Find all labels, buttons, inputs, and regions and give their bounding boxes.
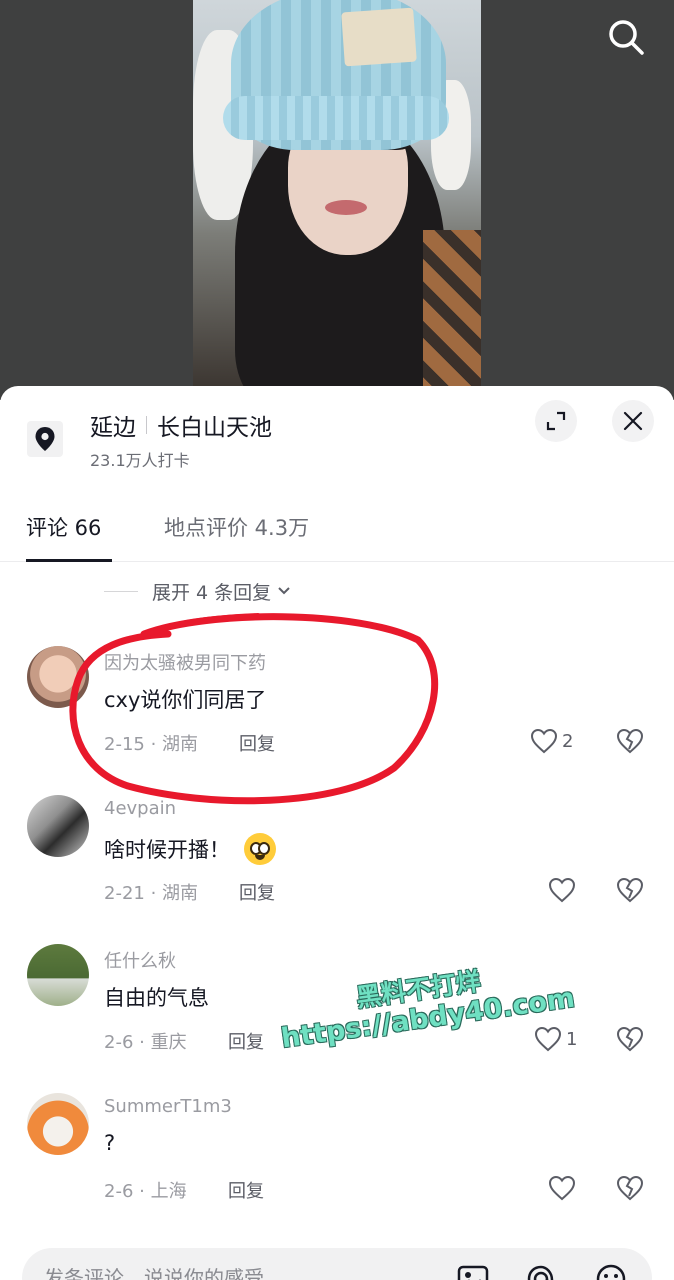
- like-count: 2: [562, 730, 574, 752]
- comment-meta: 2-6 · 上海: [104, 1181, 187, 1202]
- tab-place-reviews[interactable]: 地点评价 4.3万: [164, 512, 309, 542]
- location-sheet: 延边 长白山天池 23.1万人打卡 评论 66 地点评价 4.3万 展开 4 条…: [0, 386, 674, 1280]
- mention-icon[interactable]: [524, 1262, 558, 1280]
- dislike-button[interactable]: [616, 728, 644, 758]
- comment-username[interactable]: 因为太骚被男同下药: [104, 649, 266, 675]
- broken-heart-icon: [616, 728, 644, 754]
- broken-heart-icon: [616, 877, 644, 903]
- checkin-count: 23.1万人打卡: [90, 451, 190, 470]
- expand-button[interactable]: [535, 400, 577, 442]
- expand-icon: [546, 411, 566, 431]
- title-divider: [146, 416, 147, 434]
- chevron-down-icon: [278, 587, 290, 595]
- comment-text: ?: [104, 1131, 116, 1155]
- comment-username[interactable]: 任什么秋: [104, 947, 176, 973]
- avatar[interactable]: [27, 646, 89, 708]
- comment-text: cxy说你们同居了: [104, 688, 267, 712]
- heart-icon: [548, 877, 576, 903]
- reply-button[interactable]: 回复: [228, 1177, 264, 1203]
- like-button[interactable]: 2: [530, 728, 573, 754]
- heart-icon: [534, 1026, 562, 1052]
- tab-comments[interactable]: 评论 66: [26, 512, 101, 542]
- comment-text: 自由的气息: [104, 986, 209, 1010]
- video-player[interactable]: [0, 0, 674, 400]
- close-button[interactable]: [612, 400, 654, 442]
- comment-text: 啥时候开播！: [104, 838, 230, 862]
- emoji-icon[interactable]: [594, 1262, 628, 1280]
- location-pin-icon: [27, 421, 63, 457]
- location-title: 延边 长白山天池: [90, 408, 272, 442]
- comment-username[interactable]: 4evpain: [104, 798, 176, 819]
- avatar[interactable]: [27, 795, 89, 857]
- expand-replies-button[interactable]: 展开 4 条回复: [104, 576, 291, 606]
- like-count: 1: [566, 1028, 578, 1050]
- divider-line: [104, 590, 138, 592]
- avatar[interactable]: [27, 1093, 89, 1155]
- broken-heart-icon: [616, 1026, 644, 1052]
- reply-button[interactable]: 回复: [239, 879, 275, 905]
- tab-bar: 评论 66 地点评价 4.3万: [0, 504, 674, 562]
- heart-icon: [548, 1175, 576, 1201]
- comment-meta: 2-6 · 重庆: [104, 1032, 187, 1053]
- dislike-button[interactable]: [616, 1026, 644, 1056]
- comment-meta: 2-21 · 湖南: [104, 883, 199, 904]
- comment-text-row: 啥时候开播！: [104, 833, 276, 865]
- like-button[interactable]: [548, 877, 576, 903]
- close-icon: [623, 411, 643, 431]
- comment-meta: 2-15 · 湖南: [104, 734, 199, 755]
- smiley-emoji-icon: [244, 833, 276, 865]
- heart-icon: [530, 728, 558, 754]
- comment-item: 任什么秋 自由的气息 2-6 · 重庆 回复 1: [0, 944, 674, 1094]
- image-icon[interactable]: [456, 1262, 490, 1280]
- reply-button[interactable]: 回复: [239, 730, 275, 756]
- active-tab-indicator: [26, 559, 112, 562]
- comment-item: SummerT1m3 ? 2-6 · 上海 回复: [0, 1093, 674, 1243]
- location-place: 长白山天池: [157, 415, 272, 441]
- location-city: 延边: [90, 415, 136, 441]
- reply-button[interactable]: 回复: [228, 1028, 264, 1054]
- expand-replies-label: 展开 4 条回复: [152, 581, 272, 604]
- cover-photo: [193, 0, 481, 390]
- avatar[interactable]: [27, 944, 89, 1006]
- location-header[interactable]: 延边 长白山天池 23.1万人打卡: [0, 386, 674, 486]
- comment-item: 4evpain 啥时候开播！ 2-21 · 湖南 回复: [0, 795, 674, 945]
- comment-input[interactable]: 发条评论，说说你的感受: [22, 1248, 652, 1280]
- search-icon[interactable]: [604, 15, 648, 59]
- like-button[interactable]: [548, 1175, 576, 1201]
- broken-heart-icon: [616, 1175, 644, 1201]
- dislike-button[interactable]: [616, 877, 644, 907]
- like-button[interactable]: 1: [534, 1026, 577, 1052]
- comment-input-placeholder: 发条评论，说说你的感受: [44, 1266, 264, 1280]
- comment-item: 因为太骚被男同下药 cxy说你们同居了 2-15 · 湖南 回复 2: [0, 646, 674, 796]
- dislike-button[interactable]: [616, 1175, 644, 1205]
- comment-username[interactable]: SummerT1m3: [104, 1096, 232, 1117]
